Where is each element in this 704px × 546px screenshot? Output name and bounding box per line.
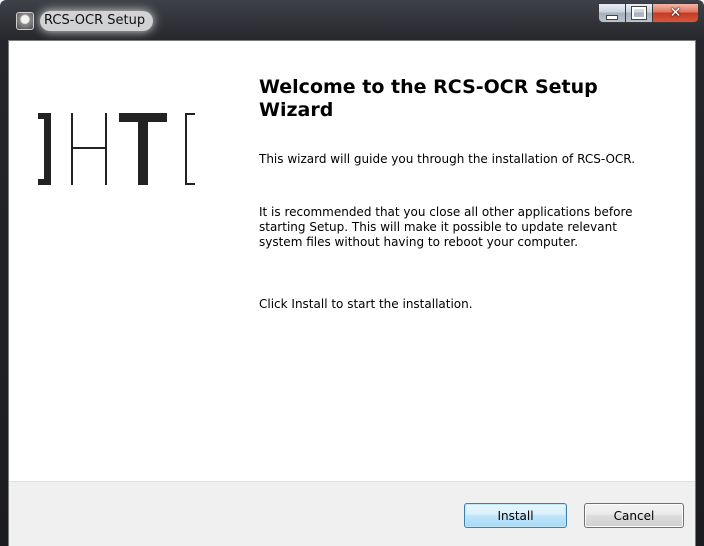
maximize-button[interactable] xyxy=(626,3,653,23)
cancel-button[interactable]: Cancel xyxy=(584,503,684,528)
caption-buttons: ✕ xyxy=(598,3,699,29)
wizard-side-panel xyxy=(9,41,249,481)
title-bar[interactable]: RCS-OCR Setup ✕ xyxy=(0,0,704,40)
wizard-button-bar: Install Cancel xyxy=(9,481,695,546)
intro-paragraph: This wizard will guide you through the i… xyxy=(259,152,636,166)
close-button[interactable]: ✕ xyxy=(653,3,699,23)
window-title: RCS-OCR Setup xyxy=(40,11,154,31)
install-button[interactable]: Install xyxy=(464,503,567,528)
hacking-team-logo xyxy=(38,113,195,185)
wizard-client-area: Welcome to the RCS-OCR Setup Wizard This… xyxy=(8,40,696,546)
setup-window: RCS-OCR Setup ✕ Welcome to the RCS-OCR S… xyxy=(0,0,704,546)
maximize-icon xyxy=(632,7,646,19)
close-icon: ✕ xyxy=(669,5,682,21)
installer-app-icon xyxy=(16,12,34,30)
welcome-heading: Welcome to the RCS-OCR Setup Wizard xyxy=(259,76,598,121)
minimize-icon xyxy=(606,14,618,20)
minimize-button[interactable] xyxy=(598,3,626,23)
recommendation-paragraph: It is recommended that you close all oth… xyxy=(259,205,633,249)
instruction-paragraph: Click Install to start the installation. xyxy=(259,297,473,311)
